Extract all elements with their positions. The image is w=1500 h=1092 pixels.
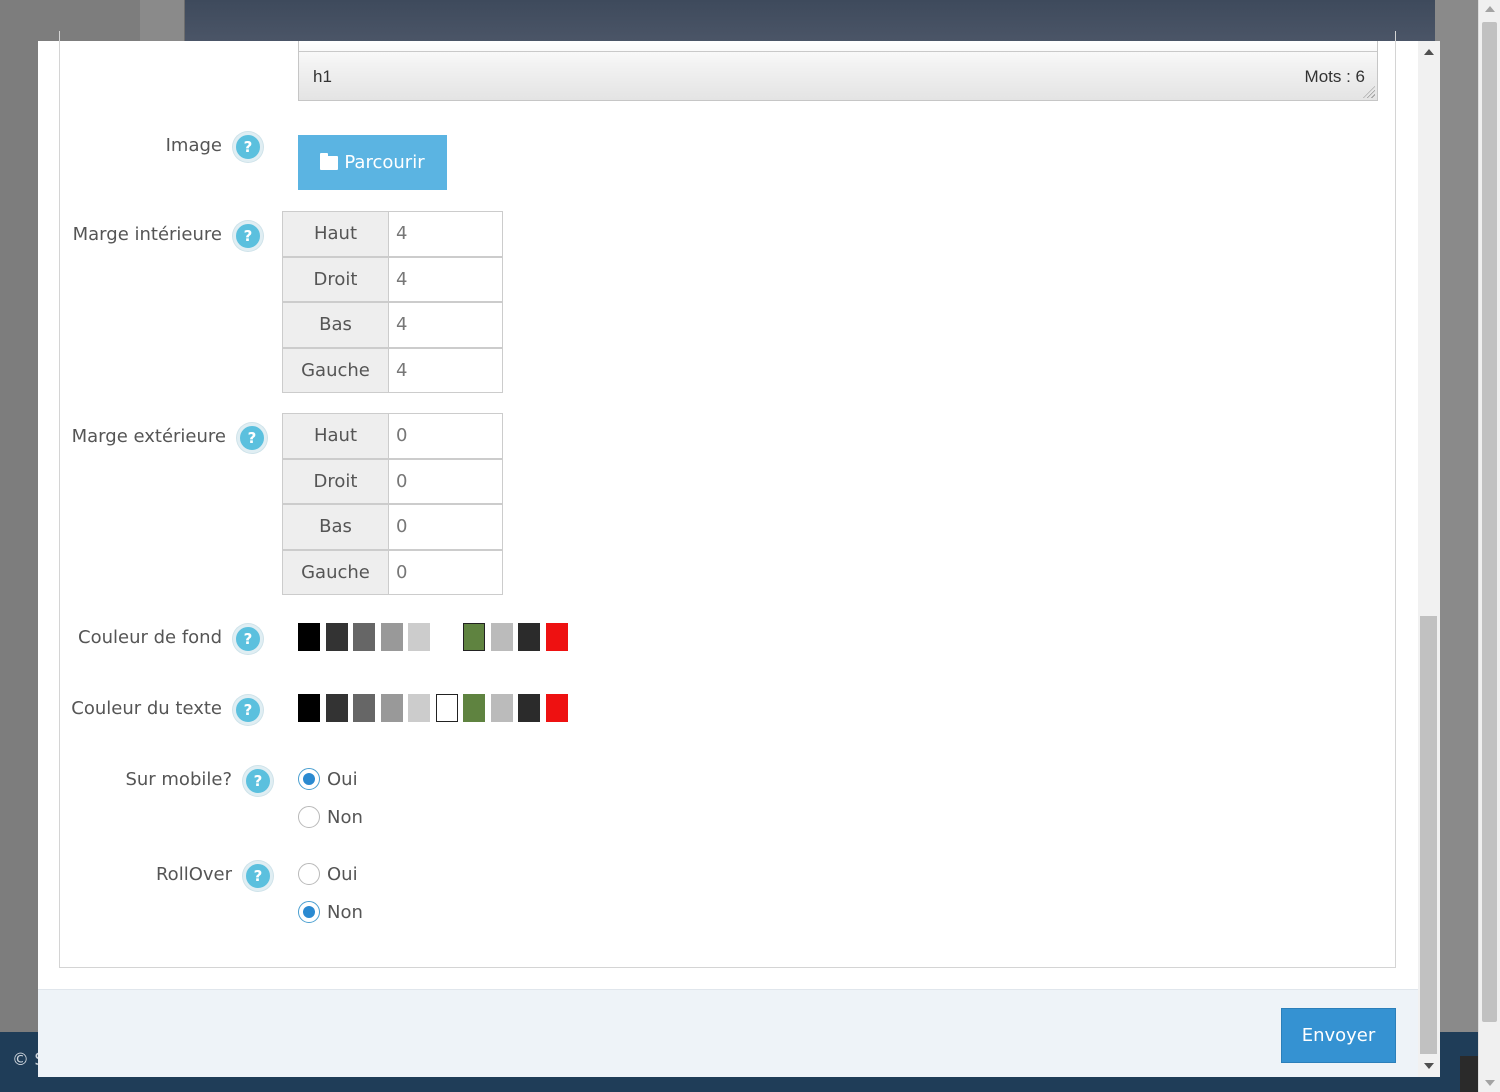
background-color-swatch[interactable] bbox=[490, 623, 513, 651]
browser-scrollbar[interactable] bbox=[1478, 0, 1500, 1092]
background-color-swatch[interactable] bbox=[545, 623, 568, 651]
background-color-swatch[interactable] bbox=[408, 623, 430, 651]
image-help-icon[interactable]: ? bbox=[233, 132, 263, 162]
outer-margin-right-label: Droit bbox=[282, 458, 389, 504]
rollover-help-icon[interactable]: ? bbox=[243, 861, 273, 891]
modal-scroll-up-icon[interactable] bbox=[1424, 49, 1434, 55]
background-color-swatch[interactable] bbox=[380, 623, 403, 651]
text-color-help-icon[interactable]: ? bbox=[233, 695, 263, 725]
text-color-swatch[interactable] bbox=[545, 694, 568, 722]
form-panel bbox=[59, 31, 1396, 968]
radio-rollover-non[interactable] bbox=[298, 901, 320, 923]
radio-rollover-oui[interactable] bbox=[298, 863, 320, 885]
text-color-swatch[interactable] bbox=[380, 694, 403, 722]
radio-mobile-non[interactable] bbox=[298, 806, 320, 828]
rollover-option-non-label: Non bbox=[327, 901, 363, 923]
modal-scrollbar[interactable] bbox=[1418, 41, 1440, 1077]
background-color-swatch[interactable] bbox=[353, 623, 375, 651]
mobile-option-non[interactable]: Non bbox=[298, 806, 363, 828]
text-color-swatch[interactable] bbox=[408, 694, 430, 722]
modal-dialog: h1 Mots : 6 Image ? Parcourir Marge inté… bbox=[38, 31, 1440, 1077]
inner-margin-left-label: Gauche bbox=[282, 347, 389, 393]
inner-margin-left-row: Gauche bbox=[282, 347, 504, 393]
inner-margin-bottom-input[interactable] bbox=[389, 302, 503, 348]
inner-margin-top-input[interactable] bbox=[389, 211, 503, 257]
background-corner bbox=[1460, 1056, 1478, 1092]
inner-margin-grid: Haut Droit Bas Gauche bbox=[282, 211, 504, 393]
text-color-label: Couleur du texte bbox=[71, 698, 222, 719]
modal-scrollbar-thumb[interactable] bbox=[1420, 616, 1437, 1054]
editor-element-path[interactable]: h1 bbox=[313, 67, 332, 87]
text-color-swatch[interactable] bbox=[353, 694, 375, 722]
modal-scroll-down-icon[interactable] bbox=[1424, 1063, 1434, 1069]
scroll-down-arrow-icon[interactable] bbox=[1485, 1080, 1495, 1086]
mobile-option-oui[interactable]: Oui bbox=[298, 768, 358, 790]
folder-icon bbox=[320, 152, 339, 170]
outer-margin-bottom-row: Bas bbox=[282, 504, 504, 550]
inner-margin-bottom-label: Bas bbox=[282, 302, 389, 348]
rollover-option-non[interactable]: Non bbox=[298, 901, 363, 923]
outer-margin-bottom-input[interactable] bbox=[389, 504, 503, 550]
outer-margin-left-input[interactable] bbox=[389, 549, 503, 595]
inner-margin-bottom-row: Bas bbox=[282, 302, 504, 348]
scroll-up-arrow-icon[interactable] bbox=[1485, 6, 1495, 12]
background-color-swatch[interactable] bbox=[298, 623, 320, 651]
inner-margin-top-row: Haut bbox=[282, 211, 504, 257]
rollover-option-oui[interactable]: Oui bbox=[298, 863, 358, 885]
outer-margin-grid: Haut Droit Bas Gauche bbox=[282, 413, 504, 595]
outer-margin-top-row: Haut bbox=[282, 413, 504, 459]
rollover-label: RollOver bbox=[155, 864, 232, 885]
rollover-option-oui-label: Oui bbox=[327, 863, 358, 885]
browse-button[interactable]: Parcourir bbox=[298, 135, 447, 190]
mobile-help-icon[interactable]: ? bbox=[243, 766, 273, 796]
text-color-swatch[interactable] bbox=[490, 694, 513, 722]
background-color-swatch[interactable] bbox=[325, 623, 348, 651]
editor-divider bbox=[299, 51, 1377, 52]
inner-margin-label: Marge intérieure bbox=[72, 224, 222, 245]
outer-margin-top-label: Haut bbox=[282, 413, 389, 459]
background-color-help-icon[interactable]: ? bbox=[233, 624, 263, 654]
outer-margin-right-row: Droit bbox=[282, 458, 504, 504]
text-color-swatch[interactable] bbox=[325, 694, 348, 722]
editor-word-count: Mots : 6 bbox=[1304, 67, 1365, 86]
background-color-swatch[interactable] bbox=[518, 623, 540, 651]
resize-grip-icon[interactable] bbox=[1363, 86, 1375, 98]
background-color-swatch[interactable] bbox=[463, 623, 485, 651]
mobile-option-oui-label: Oui bbox=[327, 768, 358, 790]
editor-status-bar: h1 Mots : 6 bbox=[298, 41, 1378, 101]
background-color-swatch[interactable] bbox=[436, 623, 458, 651]
outer-margin-left-label: Gauche bbox=[282, 549, 389, 595]
background-right-panel bbox=[1435, 0, 1478, 1092]
text-color-swatch[interactable] bbox=[463, 694, 485, 722]
text-color-swatch[interactable] bbox=[518, 694, 540, 722]
image-label: Image bbox=[165, 135, 222, 156]
outer-margin-right-input[interactable] bbox=[389, 458, 503, 504]
radio-mobile-oui[interactable] bbox=[298, 768, 320, 790]
outer-margin-bottom-label: Bas bbox=[282, 504, 389, 550]
outer-margin-top-input[interactable] bbox=[389, 413, 503, 459]
mobile-label: Sur mobile? bbox=[125, 769, 232, 790]
modal-body: h1 Mots : 6 Image ? Parcourir Marge inté… bbox=[38, 31, 1418, 989]
outer-margin-label: Marge extérieure bbox=[71, 426, 226, 447]
inner-margin-help-icon[interactable]: ? bbox=[233, 221, 263, 251]
inner-margin-left-input[interactable] bbox=[389, 347, 503, 393]
submit-button[interactable]: Envoyer bbox=[1281, 1008, 1396, 1063]
browse-button-label: Parcourir bbox=[344, 152, 425, 173]
inner-margin-right-label: Droit bbox=[282, 256, 389, 302]
modal-footer: Envoyer bbox=[38, 989, 1418, 1077]
mobile-option-non-label: Non bbox=[327, 806, 363, 828]
inner-margin-right-input[interactable] bbox=[389, 256, 503, 302]
browser-scrollbar-thumb[interactable] bbox=[1482, 22, 1497, 1022]
text-color-swatch[interactable] bbox=[435, 694, 458, 722]
outer-margin-help-icon[interactable]: ? bbox=[237, 423, 267, 453]
inner-margin-right-row: Droit bbox=[282, 256, 504, 302]
inner-margin-top-label: Haut bbox=[282, 211, 389, 257]
outer-margin-left-row: Gauche bbox=[282, 549, 504, 595]
text-color-swatch[interactable] bbox=[298, 694, 320, 722]
background-color-label: Couleur de fond bbox=[78, 627, 222, 648]
